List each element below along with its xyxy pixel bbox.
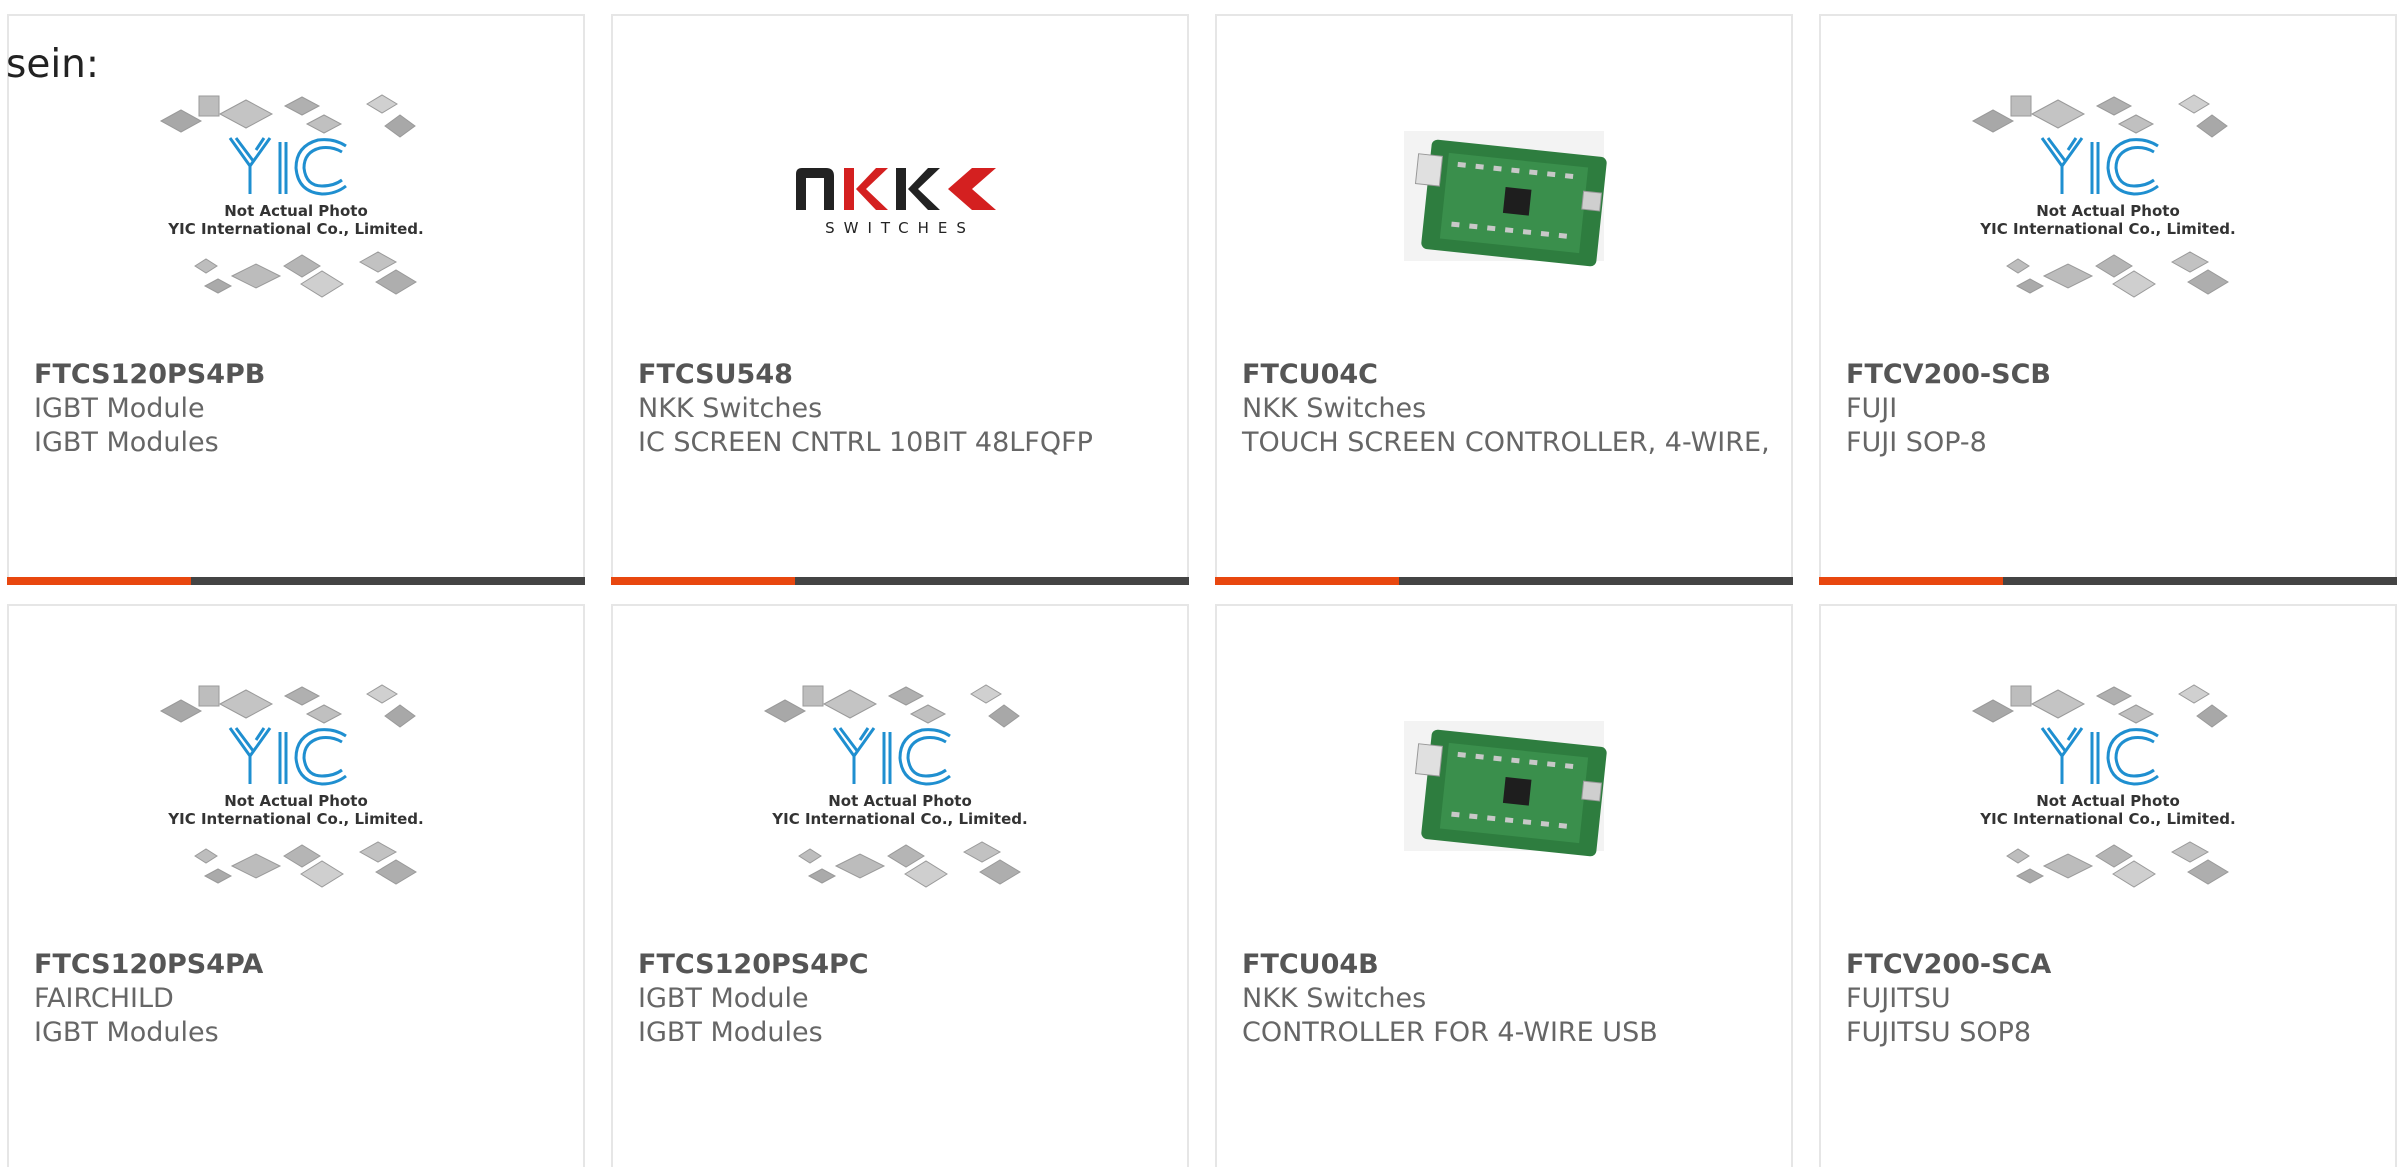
placeholder-caption-line1: Not Actual Photo: [224, 202, 368, 220]
yic-placeholder-icon: Not Actual PhotoYIC International Co., L…: [159, 94, 424, 298]
manufacturer: IGBT Module: [34, 393, 205, 424]
product-image[interactable]: [1217, 666, 1791, 951]
placeholder-caption-line1: Not Actual Photo: [2036, 792, 2180, 810]
product-image[interactable]: Not Actual Photo YIC International Co., L…: [1821, 76, 2395, 361]
part-number-link[interactable]: FTCSU548: [638, 358, 1167, 392]
product-card[interactable]: FTCU04C NKK Switches TOUCH SCREEN CONTRO…: [1215, 14, 1793, 585]
card-footer-bar: [611, 577, 1189, 585]
product-image[interactable]: [1217, 76, 1791, 361]
product-image[interactable]: SWITCHES: [613, 76, 1187, 361]
description: IC SCREEN CNTRL 10BIT 48LFQFP: [638, 427, 1093, 458]
placeholder-caption-line2: YIC International Co., Limited.: [771, 810, 1027, 828]
product-card[interactable]: Not Actual Photo YIC International Co., L…: [7, 604, 585, 1167]
placeholder-caption-line1: Not Actual Photo: [2036, 202, 2180, 220]
placeholder-caption-line2: YIC International Co., Limited.: [167, 810, 423, 828]
description: FUJI SOP-8: [1846, 427, 1987, 458]
yic-placeholder-icon: Not Actual PhotoYIC International Co., L…: [763, 684, 1028, 888]
description: FUJITSU SOP8: [1846, 1017, 2032, 1048]
part-number-link[interactable]: FTCU04C: [1242, 358, 1771, 392]
card-footer-bar: [7, 577, 585, 585]
product-image[interactable]: Not Actual Photo YIC International Co., L…: [1821, 666, 2395, 951]
part-number-link[interactable]: FTCV200-SCA: [1846, 948, 2375, 982]
description: CONTROLLER FOR 4-WIRE USB: [1242, 1017, 1658, 1048]
placeholder-caption-line2: YIC International Co., Limited.: [1979, 810, 2235, 828]
placeholder-caption-line2: YIC International Co., Limited.: [1979, 220, 2235, 238]
card-footer-bar: [1215, 577, 1793, 585]
product-card[interactable]: FTCU04B NKK Switches CONTROLLER FOR 4-WI…: [1215, 604, 1793, 1167]
part-number-link[interactable]: FTCS120PS4PB: [34, 358, 563, 392]
manufacturer: IGBT Module: [638, 983, 809, 1014]
description: TOUCH SCREEN CONTROLLER, 4-WIRE,: [1242, 427, 1770, 458]
product-image[interactable]: Not Actual Photo YIC International Co., L…: [9, 76, 583, 361]
yic-placeholder-icon: Not Actual PhotoYIC International Co., L…: [159, 684, 424, 888]
product-image[interactable]: Not Actual Photo YIC International Co., L…: [9, 666, 583, 951]
product-card[interactable]: Not Actual Photo YIC International Co., L…: [611, 604, 1189, 1167]
yic-placeholder-icon: Not Actual PhotoYIC International Co., L…: [1971, 94, 2236, 298]
pcb-board-icon: [1404, 131, 1607, 267]
product-grid-page: sein: Not Actual Photo YIC International …: [0, 0, 2400, 1167]
part-number-link[interactable]: FTCV200-SCB: [1846, 358, 2375, 392]
placeholder-caption-line2: YIC International Co., Limited.: [167, 220, 423, 238]
manufacturer: FUJI: [1846, 393, 1898, 424]
product-card[interactable]: Not Actual Photo YIC International Co., L…: [1819, 604, 2397, 1167]
manufacturer: NKK Switches: [1242, 393, 1427, 424]
nkk-sub-text: SWITCHES: [825, 219, 975, 237]
manufacturer: FAIRCHILD: [34, 983, 174, 1014]
product-card[interactable]: SWITCHES FTCSU548 NKK Switches IC SCREEN…: [611, 14, 1189, 585]
description: IGBT Modules: [34, 427, 219, 458]
description: IGBT Modules: [34, 1017, 219, 1048]
intro-text: sein:: [6, 42, 100, 87]
manufacturer: FUJITSU: [1846, 983, 1951, 1014]
description: IGBT Modules: [638, 1017, 823, 1048]
product-image[interactable]: Not Actual Photo YIC International Co., L…: [613, 666, 1187, 951]
manufacturer: NKK Switches: [638, 393, 823, 424]
part-number-link[interactable]: FTCS120PS4PA: [34, 948, 563, 982]
part-number-link[interactable]: FTCU04B: [1242, 948, 1771, 982]
manufacturer: NKK Switches: [1242, 983, 1427, 1014]
nkk-logo-icon: SWITCHES: [796, 168, 996, 237]
product-card[interactable]: Not Actual Photo YIC International Co., L…: [1819, 14, 2397, 585]
placeholder-caption-line1: Not Actual Photo: [828, 792, 972, 810]
pcb-board-icon: [1404, 721, 1607, 857]
product-card[interactable]: Not Actual Photo YIC International Co., L…: [7, 14, 585, 585]
card-footer-bar: [1819, 577, 2397, 585]
yic-placeholder-icon: Not Actual PhotoYIC International Co., L…: [1971, 684, 2236, 888]
part-number-link[interactable]: FTCS120PS4PC: [638, 948, 1167, 982]
placeholder-caption-line1: Not Actual Photo: [224, 792, 368, 810]
